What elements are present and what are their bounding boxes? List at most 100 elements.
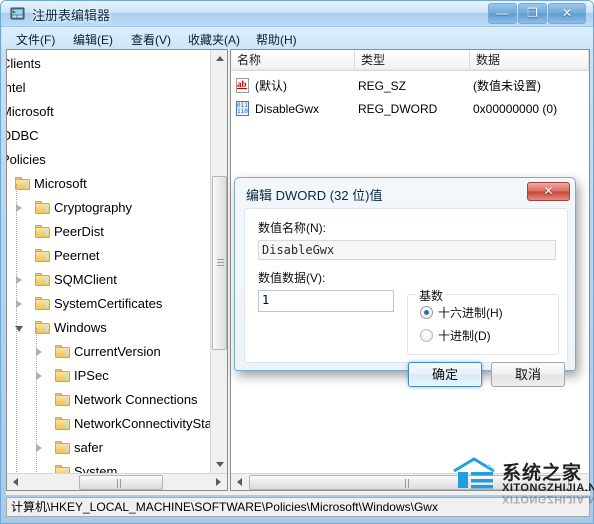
title-bar: 注册表编辑器 — ❐ ✕ — [1, 1, 593, 27]
tree-node-label: Policies — [7, 152, 46, 167]
folder-icon — [35, 297, 50, 310]
dialog-body: 数值名称(N): DisableGwx 数值数据(V): 1 基数 十六进制(H… — [244, 208, 568, 387]
registry-tree-pane[interactable]: Clients Intel Microsoft ODBC Policies Microso… — [6, 49, 228, 491]
close-icon: ✕ — [543, 184, 554, 198]
tree-node[interactable]: NetworkConnectivityStat — [7, 412, 212, 436]
close-button[interactable]: ✕ — [548, 3, 586, 24]
menu-item-1[interactable]: 编辑(E) — [69, 30, 117, 49]
tree-node-label: SystemCertificates — [54, 296, 163, 311]
chevron-up-icon — [216, 56, 224, 61]
scroll-grip-icon — [405, 479, 413, 488]
value-name-cell: DisableGwx — [255, 102, 320, 116]
value-data-input[interactable]: 1 — [258, 290, 394, 312]
tree-node[interactable]: Cryptography — [7, 196, 212, 220]
maximize-button[interactable]: ❐ — [518, 3, 547, 24]
folder-icon — [15, 177, 30, 190]
tree-node[interactable]: ODBC — [7, 124, 212, 148]
menu-item-2[interactable]: 查看(V) — [127, 30, 175, 49]
tree-node-label: PeerDist — [54, 224, 104, 239]
dialog-title: 编辑 DWORD (32 位)值 — [246, 188, 383, 203]
tree-node[interactable]: Policies — [7, 148, 212, 172]
string-value-icon: ab — [235, 78, 251, 94]
folder-icon — [55, 465, 70, 473]
minimize-icon: — — [496, 6, 509, 20]
list-scroll-left-button[interactable] — [231, 474, 248, 490]
folder-icon — [55, 441, 70, 454]
column-header[interactable]: 数据 — [470, 50, 589, 70]
tree-node[interactable]: Microsoft — [7, 172, 212, 196]
tree-node[interactable]: PeerDist — [7, 220, 212, 244]
tree-scroll-down-button[interactable] — [211, 456, 227, 473]
minimize-button[interactable]: — — [488, 3, 517, 24]
scroll-grip-icon — [117, 479, 125, 488]
tree-node-label: Network Connections — [74, 392, 198, 407]
status-bar-path: 计算机\HKEY_LOCAL_MACHINE\SOFTWARE\Policies… — [6, 497, 590, 517]
tree-vertical-scrollbar[interactable] — [210, 50, 227, 473]
table-row[interactable]: 011 110 DisableGwx REG_DWORD 0x00000000 (0) — [231, 99, 589, 119]
radio-decimal[interactable] — [420, 329, 433, 342]
tree-vertical-scroll-thumb[interactable] — [212, 176, 227, 350]
dialog-close-button[interactable]: ✕ — [527, 182, 570, 201]
list-horizontal-scroll-thumb[interactable] — [249, 475, 569, 490]
tree-node-label: Cryptography — [54, 200, 133, 215]
folder-icon — [35, 321, 50, 334]
tree-node[interactable]: Network Connections — [7, 388, 212, 412]
cancel-button[interactable]: 取消 — [491, 362, 565, 387]
tree-node[interactable]: Intel — [7, 76, 212, 100]
tree-node[interactable]: IPSec — [7, 364, 212, 388]
tree-connector-line — [16, 184, 17, 473]
registry-editor-window: 注册表编辑器 — ❐ ✕ 文件(F) 编辑(E) 查看(V) 收藏夹(A) 帮助(H) … — [0, 0, 594, 524]
scroll-grip-icon — [217, 259, 224, 267]
tree-node-label: System — [74, 464, 118, 473]
chevron-right-icon — [216, 478, 221, 486]
tree-node[interactable]: safer — [7, 436, 212, 460]
tree-connector-line — [36, 328, 37, 473]
tree-node-label: SQMClient — [54, 272, 117, 287]
tree-node-label: NetworkConnectivityStat — [74, 416, 212, 431]
column-header[interactable]: 类型 — [355, 50, 470, 70]
list-horizontal-scrollbar[interactable] — [231, 473, 589, 490]
tree-horizontal-scrollbar[interactable] — [7, 473, 227, 490]
ok-button[interactable]: 确定 — [408, 362, 482, 387]
chevron-left-icon — [13, 478, 18, 486]
tree-node-label: safer — [74, 440, 103, 455]
radio-hexadecimal-label: 十六进制(H) — [438, 306, 503, 320]
tree-node[interactable]: CurrentVersion — [7, 340, 212, 364]
tree-node[interactable]: System — [7, 460, 212, 473]
tree-node-label: ODBC — [7, 128, 39, 143]
tree-node[interactable]: Microsoft — [7, 100, 212, 124]
folder-icon — [55, 345, 70, 358]
tree-scroll-up-button[interactable] — [211, 50, 227, 67]
folder-icon — [35, 225, 50, 238]
tree-node-label: IPSec — [74, 368, 109, 383]
value-name-label: 数值名称(N): — [258, 221, 326, 235]
value-name-cell: (默认) — [255, 79, 287, 93]
values-list-header: 名称 类型 数据 — [231, 50, 589, 71]
chevron-left-icon — [237, 478, 242, 486]
menu-item-3[interactable]: 收藏夹(A) — [184, 30, 244, 49]
tree-horizontal-scroll-thumb[interactable] — [79, 475, 163, 490]
value-data-label: 数值数据(V): — [258, 271, 326, 285]
tree-scroll-left-button[interactable] — [7, 474, 24, 490]
column-header[interactable]: 名称 — [231, 50, 355, 70]
chevron-down-icon — [216, 462, 224, 467]
menu-item-4[interactable]: 帮助(H) — [252, 30, 301, 49]
base-group-label: 基数 — [416, 287, 447, 304]
registry-editor-icon — [10, 6, 26, 22]
table-row[interactable]: ab (默认) REG_SZ (数值未设置) — [231, 76, 589, 96]
tree-node[interactable]: Clients — [7, 52, 212, 76]
tree-node[interactable]: Windows — [7, 316, 212, 340]
registry-tree: Clients Intel Microsoft ODBC Policies Microso… — [7, 50, 212, 473]
tree-node[interactable]: Peernet — [7, 244, 212, 268]
value-name-input[interactable]: DisableGwx — [258, 240, 556, 260]
tree-node[interactable]: SystemCertificates — [7, 292, 212, 316]
tree-node[interactable]: SQMClient — [7, 268, 212, 292]
menu-bar: 文件(F) 编辑(E) 查看(V) 收藏夹(A) 帮助(H) — [2, 27, 593, 49]
radio-hexadecimal[interactable] — [420, 306, 433, 319]
value-data-cell: 0x00000000 (0) — [473, 102, 558, 116]
menu-item-0[interactable]: 文件(F) — [12, 30, 59, 49]
folder-icon — [55, 417, 70, 430]
value-type-cell: REG_SZ — [358, 79, 407, 93]
value-data-cell: (数值未设置) — [473, 79, 541, 93]
tree-scroll-right-button[interactable] — [210, 474, 227, 490]
